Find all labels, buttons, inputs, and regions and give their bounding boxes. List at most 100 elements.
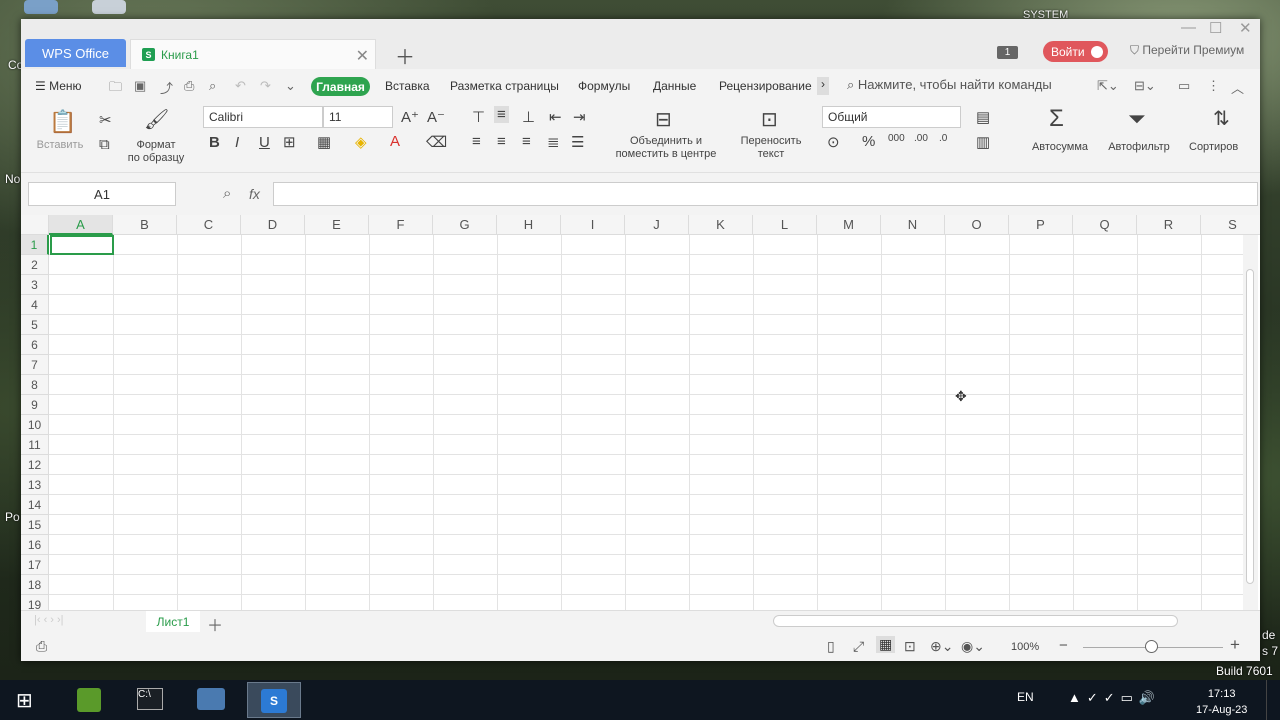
zoom-formula-icon[interactable]: ⌕ (223, 185, 231, 202)
terminal-icon[interactable]: C:\ (123, 682, 177, 718)
column-header-i[interactable]: I (561, 215, 625, 235)
number-format-select[interactable]: Общий (822, 106, 961, 128)
row-header-19[interactable]: 19 (21, 595, 49, 610)
row-header-11[interactable]: 11 (21, 435, 49, 455)
fx-icon[interactable]: fx (249, 186, 260, 202)
login-button[interactable]: Войти (1043, 41, 1108, 62)
thousands-icon[interactable]: 000 (888, 133, 905, 144)
tab-review[interactable]: Рецензирование (719, 79, 812, 93)
row-header-1[interactable]: 1 (21, 235, 49, 255)
select-all-corner[interactable] (21, 215, 49, 235)
column-header-s[interactable]: S (1201, 215, 1260, 235)
merge-center-label[interactable]: Объединить и поместить в центре (606, 135, 726, 161)
increase-decimal-icon[interactable]: .00 (914, 133, 928, 144)
close-tab-icon[interactable]: ✕ (356, 46, 369, 66)
tab-formulas[interactable]: Формулы (578, 79, 630, 93)
italic-icon[interactable]: I (235, 134, 239, 151)
document-tab[interactable]: S Книга1 ✕ (130, 39, 376, 69)
copy-icon[interactable]: ⧉ (99, 136, 110, 153)
page-layout-view-icon[interactable]: ⊕⌄ (930, 638, 953, 655)
row-header-13[interactable]: 13 (21, 475, 49, 495)
row-header-10[interactable]: 10 (21, 415, 49, 435)
row-header-5[interactable]: 5 (21, 315, 49, 335)
vertical-scroll-thumb[interactable] (1246, 269, 1254, 584)
font-color-icon[interactable]: A (390, 133, 400, 150)
autosum-icon[interactable]: Σ (1049, 105, 1064, 133)
macro-icon[interactable]: ⎙ (36, 638, 47, 655)
maximize-icon[interactable]: ☐ (1209, 19, 1222, 37)
column-header-b[interactable]: B (113, 215, 177, 235)
quick-access-more-icon[interactable]: ⌄ (285, 78, 296, 94)
zoom-value[interactable]: 100% (1011, 641, 1039, 653)
eye-protection-icon[interactable]: ◉⌄ (961, 638, 985, 655)
percent-icon[interactable]: % (862, 133, 875, 150)
increase-font-icon[interactable]: A⁺ (401, 108, 419, 126)
row-header-6[interactable]: 6 (21, 335, 49, 355)
sheet-tab[interactable]: Лист1 (146, 611, 200, 633)
align-left-icon[interactable]: ≡ (472, 133, 481, 150)
paste-icon[interactable]: 📋 (49, 109, 76, 135)
reading-mode-icon[interactable]: ▯ (827, 638, 835, 655)
decrease-font-icon[interactable]: A⁻ (427, 108, 445, 126)
page-break-view-icon[interactable]: ⊡ (904, 638, 916, 655)
paste-label[interactable]: Вставить (34, 139, 86, 152)
tray-icons[interactable]: ▲✓✓▭🔊 (1068, 690, 1161, 706)
comment-icon[interactable]: ▭ (1178, 78, 1190, 94)
tab-home[interactable]: Главная (311, 77, 370, 96)
row-header-4[interactable]: 4 (21, 295, 49, 315)
column-header-k[interactable]: K (689, 215, 753, 235)
vertical-scrollbar[interactable] (1243, 235, 1258, 610)
align-middle-icon[interactable]: ≡ (494, 106, 509, 123)
cut-icon[interactable]: ✂ (99, 111, 112, 129)
sort-label[interactable]: Сортиров (1189, 141, 1247, 154)
tab-insert[interactable]: Вставка (385, 79, 430, 93)
decrease-indent-icon[interactable]: ⇤ (549, 108, 562, 126)
distributed-icon[interactable]: ☰ (571, 133, 584, 151)
conditional-format-icon[interactable]: ▤ (976, 108, 990, 126)
formula-input[interactable] (273, 182, 1258, 206)
export-icon[interactable]: ⤴ (160, 78, 173, 97)
row-header-17[interactable]: 17 (21, 555, 49, 575)
align-bottom-icon[interactable]: ⊥ (522, 108, 535, 126)
taskbar-app-icon[interactable] (62, 682, 116, 718)
horizontal-scrollbar[interactable] (773, 615, 1178, 627)
tabs-more-icon[interactable]: › (817, 77, 829, 95)
command-search[interactable]: ⌕ Нажмите, чтобы найти команды (847, 77, 1052, 93)
row-header-2[interactable]: 2 (21, 255, 49, 275)
column-header-h[interactable]: H (497, 215, 561, 235)
recycle-bin-icon[interactable] (92, 0, 126, 14)
active-cell[interactable] (50, 235, 114, 255)
new-tab-icon[interactable]: ＋ (395, 41, 415, 70)
autofilter-icon[interactable]: ⏷ (1128, 106, 1146, 132)
zoom-out-icon[interactable]: − (1059, 637, 1068, 654)
save-icon[interactable]: ▣ (134, 78, 146, 94)
format-painter-icon[interactable]: 🖌 (144, 107, 169, 132)
open-icon[interactable]: 🗀 (109, 78, 122, 100)
print-icon[interactable]: ⎙ (184, 78, 194, 94)
computer-icon[interactable] (24, 0, 58, 14)
more-options-icon[interactable]: ⋮ (1207, 78, 1220, 94)
bold-icon[interactable]: B (209, 134, 220, 151)
underline-icon[interactable]: U (259, 134, 270, 151)
borders-icon[interactable]: ⊞ (283, 133, 296, 151)
row-header-3[interactable]: 3 (21, 275, 49, 295)
column-header-l[interactable]: L (753, 215, 817, 235)
menu-button[interactable]: ☰ Меню (35, 79, 82, 93)
zoom-slider-knob[interactable] (1145, 640, 1158, 653)
decrease-decimal-icon[interactable]: .0 (939, 133, 947, 144)
clear-format-icon[interactable]: ⌫ (426, 133, 447, 151)
clock[interactable]: 17:13 17-Aug-23 (1196, 686, 1247, 718)
spreadsheet-grid[interactable]: ABCDEFGHIJKLMNOPQRS 1 2 3 4 5 6 7 8 9 10 11 12 13 14 1… (21, 215, 1260, 610)
justify-icon[interactable]: ≣ (547, 133, 560, 151)
cloud-icon[interactable]: ⊟⌄ (1134, 78, 1156, 94)
language-indicator[interactable]: EN (1017, 690, 1034, 704)
start-icon[interactable]: ⊞ (16, 688, 33, 713)
row-header-15[interactable]: 15 (21, 515, 49, 535)
wps-taskbar-icon[interactable]: S (247, 682, 301, 718)
wrap-text-label[interactable]: Переносить текст (733, 135, 809, 161)
column-header-a[interactable]: A (49, 215, 113, 235)
row-header-7[interactable]: 7 (21, 355, 49, 375)
table-style-icon[interactable]: ▥ (976, 133, 990, 151)
column-header-m[interactable]: M (817, 215, 881, 235)
redo-icon[interactable]: ↷ (260, 78, 271, 94)
